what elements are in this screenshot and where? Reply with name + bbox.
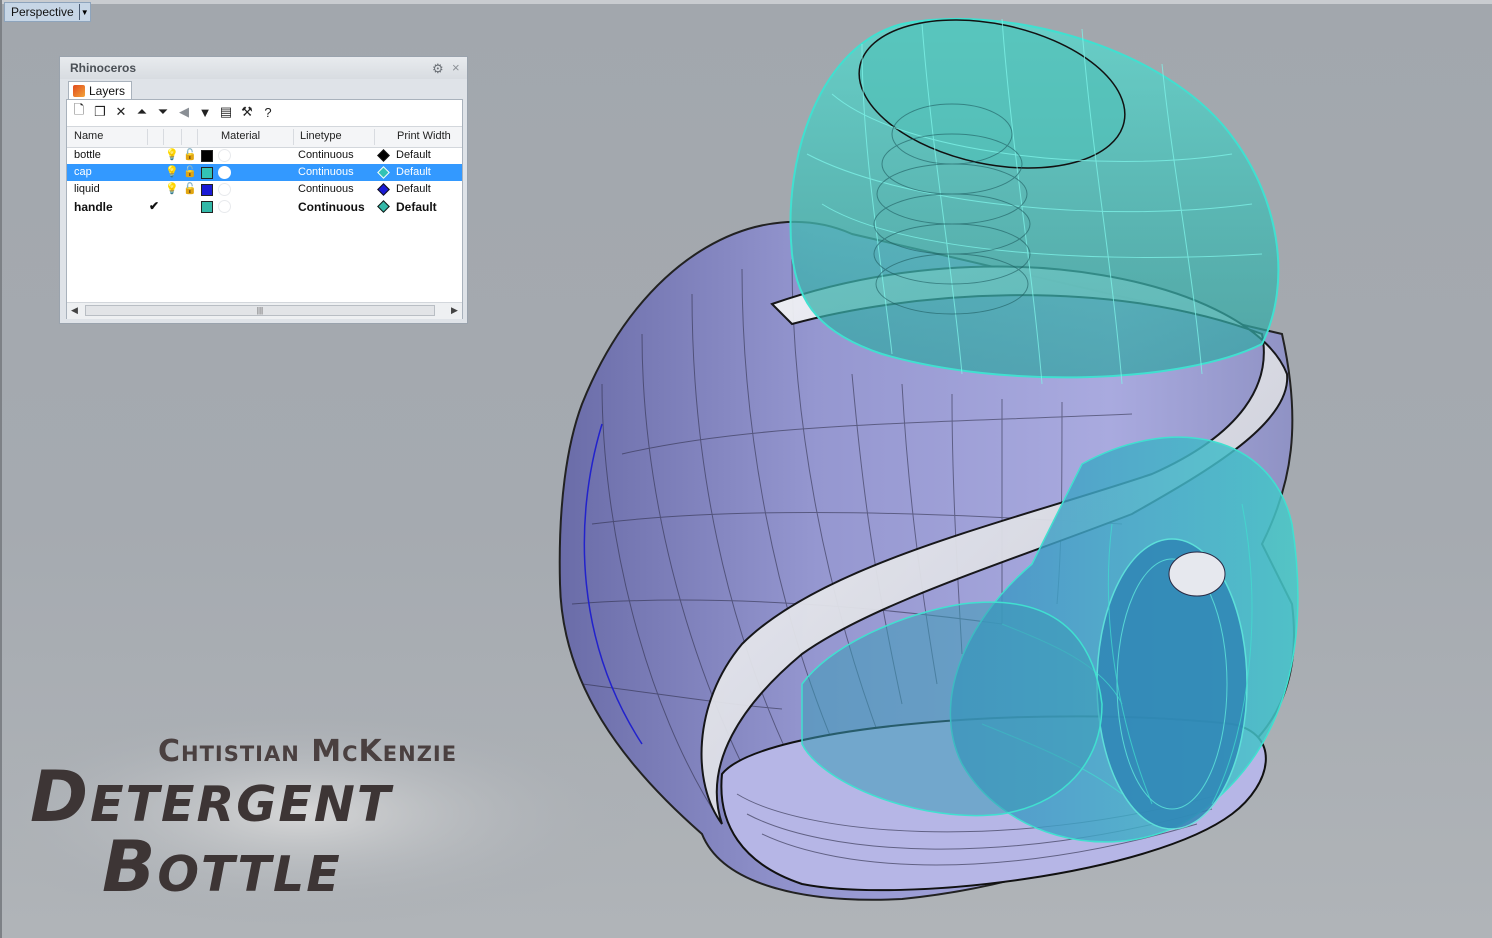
layer-row-bottle[interactable]: bottle 💡 🔓 Continuous Default <box>67 147 462 164</box>
current-layer-check-icon[interactable]: ✔ <box>149 199 159 213</box>
title-line-2: Bottle <box>102 826 342 908</box>
layer-row-liquid[interactable]: liquid 💡 🔓 Continuous Default <box>67 181 462 198</box>
layer-name[interactable]: handle <box>74 200 113 214</box>
layer-row-handle[interactable]: handle ✔ Continuous Default <box>67 198 462 215</box>
print-color-icon[interactable] <box>377 183 390 196</box>
unlocked-icon[interactable]: 🔓 <box>183 148 197 161</box>
close-icon[interactable]: × <box>452 60 460 75</box>
tools-icon[interactable]: ▤ <box>216 103 236 121</box>
tab-layers[interactable]: Layers <box>68 81 133 100</box>
scroll-right-icon[interactable]: ▶ <box>451 305 458 316</box>
delete-icon[interactable]: ✕ <box>111 103 131 121</box>
scroll-left-icon[interactable]: ◀ <box>71 305 78 316</box>
new-sublayer-icon[interactable]: ❐ <box>90 103 110 121</box>
viewport-title[interactable]: Perspective <box>5 5 79 19</box>
new-layer-icon[interactable]: 🗋 <box>69 102 89 121</box>
layer-name[interactable]: cap <box>74 166 92 178</box>
lightbulb-on-icon[interactable]: 💡 <box>165 182 179 195</box>
material-swatch[interactable] <box>218 200 231 213</box>
move-down-icon[interactable]: ⏷ <box>153 103 173 121</box>
print-color-icon[interactable] <box>377 166 390 179</box>
layer-name[interactable]: bottle <box>74 149 101 161</box>
layer-print-width[interactable]: Default <box>396 149 431 161</box>
print-color-icon[interactable] <box>377 200 390 213</box>
panel-title-bar[interactable]: Rhinoceros ⚙ × <box>60 57 467 79</box>
layer-linetype[interactable]: Continuous <box>298 183 354 195</box>
layer-row-cap[interactable]: cap 💡 🔓 Continuous Default <box>67 164 462 181</box>
material-swatch[interactable] <box>218 166 231 179</box>
layers-header: Name Material Linetype Print Width <box>67 126 462 148</box>
settings-wrench-icon[interactable]: ⚒ <box>237 103 257 121</box>
filter-icon[interactable]: ▼ <box>195 103 215 121</box>
layers-toolbar: 🗋 ❐ ✕ ⏶ ⏷ ◀ ▼ ▤ ⚒ ? <box>69 102 279 122</box>
col-linetype[interactable]: Linetype <box>300 130 342 142</box>
material-swatch[interactable] <box>218 183 231 196</box>
col-material[interactable]: Material <box>221 130 260 142</box>
panel-tab-row: Layers <box>64 81 463 100</box>
help-icon[interactable]: ? <box>258 103 278 121</box>
layer-print-width[interactable]: Default <box>396 200 437 214</box>
viewport-title-tab[interactable]: Perspective ▼ <box>4 2 91 22</box>
lightbulb-on-icon[interactable]: 💡 <box>165 165 179 178</box>
col-print-width[interactable]: Print Width <box>397 130 451 142</box>
layer-name[interactable]: liquid <box>74 183 100 195</box>
layer-color-swatch[interactable] <box>201 184 213 196</box>
horizontal-scrollbar[interactable]: ◀ ||| ▶ <box>67 302 462 319</box>
lightbulb-on-icon[interactable]: 💡 <box>165 148 179 161</box>
layer-color-swatch[interactable] <box>201 201 213 213</box>
material-swatch[interactable] <box>218 149 231 162</box>
layer-color-swatch[interactable] <box>201 150 213 162</box>
layer-linetype[interactable]: Continuous <box>298 166 354 178</box>
panel-title: Rhinoceros <box>70 61 137 75</box>
layers-panel: Rhinoceros ⚙ × Layers 🗋 ❐ ✕ ⏶ ⏷ ◀ ▼ ▤ ⚒ … <box>59 56 468 324</box>
gear-icon[interactable]: ⚙ <box>432 61 444 77</box>
unlocked-icon[interactable]: 🔓 <box>183 165 197 178</box>
unlocked-icon[interactable]: 🔓 <box>183 182 197 195</box>
tab-layers-label: Layers <box>89 84 126 98</box>
col-name[interactable]: Name <box>74 130 103 142</box>
layers-list: 🗋 ❐ ✕ ⏶ ⏷ ◀ ▼ ▤ ⚒ ? Name Material Linety… <box>66 99 463 319</box>
move-out-icon[interactable]: ◀ <box>174 103 194 121</box>
scrollbar-thumb[interactable]: ||| <box>85 305 435 316</box>
layer-linetype[interactable]: Continuous <box>298 200 365 214</box>
layer-print-width[interactable]: Default <box>396 166 431 178</box>
layer-color-swatch[interactable] <box>201 167 213 179</box>
chevron-down-icon[interactable]: ▼ <box>78 4 90 20</box>
move-up-icon[interactable]: ⏶ <box>132 103 152 121</box>
layer-print-width[interactable]: Default <box>396 183 431 195</box>
print-color-icon[interactable] <box>377 149 390 162</box>
layers-icon <box>73 85 85 97</box>
layer-linetype[interactable]: Continuous <box>298 149 354 161</box>
